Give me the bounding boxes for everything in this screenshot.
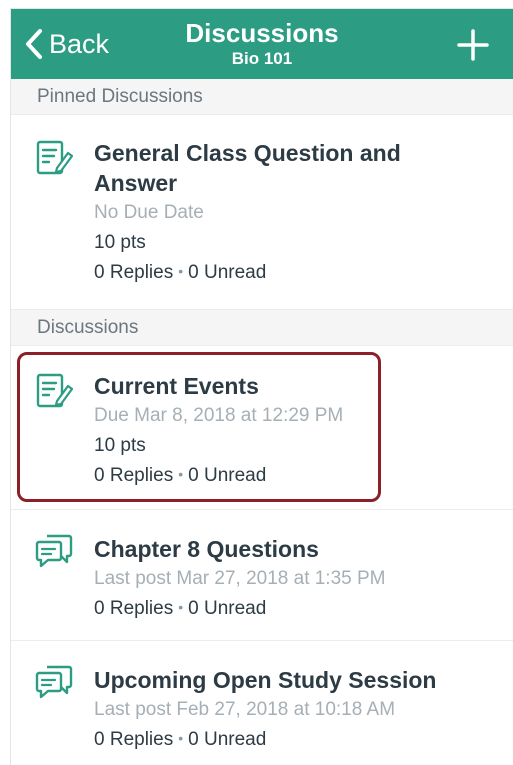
reply-stats: 0 Replies • 0 Unread [94,725,503,755]
discussion-item-open-study[interactable]: Upcoming Open Study Session Last post Fe… [11,641,513,765]
discussion-title-line1: General Class Question and [94,140,401,166]
reply-stats: 0 Replies • 0 Unread [94,461,503,491]
unread-count: 0 Unread [188,262,267,283]
discussion-content: Chapter 8 Questions Last post Mar 27, 20… [94,534,503,624]
discussion-content: Current Events Due Mar 8, 2018 at 12:29 … [94,371,503,491]
last-post: Last post Mar 27, 2018 at 1:35 PM [94,568,386,589]
discussion-title: Current Events [94,373,259,399]
separator-dot: • [178,730,184,746]
separator-dot: • [178,599,184,615]
due-date: Due Mar 8, 2018 at 12:29 PM [94,405,344,426]
discussion-item-chapter-8[interactable]: Chapter 8 Questions Last post Mar 27, 20… [11,510,513,641]
discussion-item-current-events[interactable]: Current Events Due Mar 8, 2018 at 12:29 … [11,346,513,510]
discussion-title: Upcoming Open Study Session [94,667,437,693]
points: 10 pts [94,435,146,456]
unread-count: 0 Unread [188,598,267,619]
replies-count: 0 Replies [94,465,174,486]
course-subtitle: Bio 101 [231,49,293,68]
screenshot-frame: Back Discussions Bio 101 Pinned Discussi… [0,0,513,765]
assignment-edit-icon [36,140,73,175]
discussion-content: Upcoming Open Study Session Last post Fe… [94,665,503,755]
replies-count: 0 Replies [94,262,174,283]
section-header-discussions: Discussions [11,310,513,346]
nav-title-group: Discussions Bio 101 [11,18,513,69]
unread-count: 0 Unread [188,729,267,750]
points: 10 pts [94,232,146,253]
discussion-bubbles-icon [35,665,73,699]
discussion-title-line2: Answer [94,170,178,196]
due-date: No Due Date [94,202,204,223]
app-screen: Back Discussions Bio 101 Pinned Discussi… [10,8,513,765]
assignment-edit-icon [36,373,73,408]
discussion-item-general-class[interactable]: General Class Question and Answer No Due… [11,115,513,310]
replies-count: 0 Replies [94,598,174,619]
replies-count: 0 Replies [94,729,174,750]
navigation-bar: Back Discussions Bio 101 [11,9,513,79]
reply-stats: 0 Replies • 0 Unread [94,258,503,288]
discussion-content: General Class Question and Answer No Due… [94,138,503,288]
discussion-title: Chapter 8 Questions [94,536,319,562]
add-discussion-button[interactable] [457,29,489,61]
last-post: Last post Feb 27, 2018 at 10:18 AM [94,699,396,720]
page-title: Discussions [185,18,339,48]
separator-dot: • [178,466,184,482]
section-header-pinned: Pinned Discussions [11,79,513,115]
discussion-title: General Class Question and Answer [94,138,503,198]
unread-count: 0 Unread [188,465,267,486]
discussion-bubbles-icon [35,534,73,568]
separator-dot: • [178,263,184,279]
reply-stats: 0 Replies • 0 Unread [94,594,503,624]
